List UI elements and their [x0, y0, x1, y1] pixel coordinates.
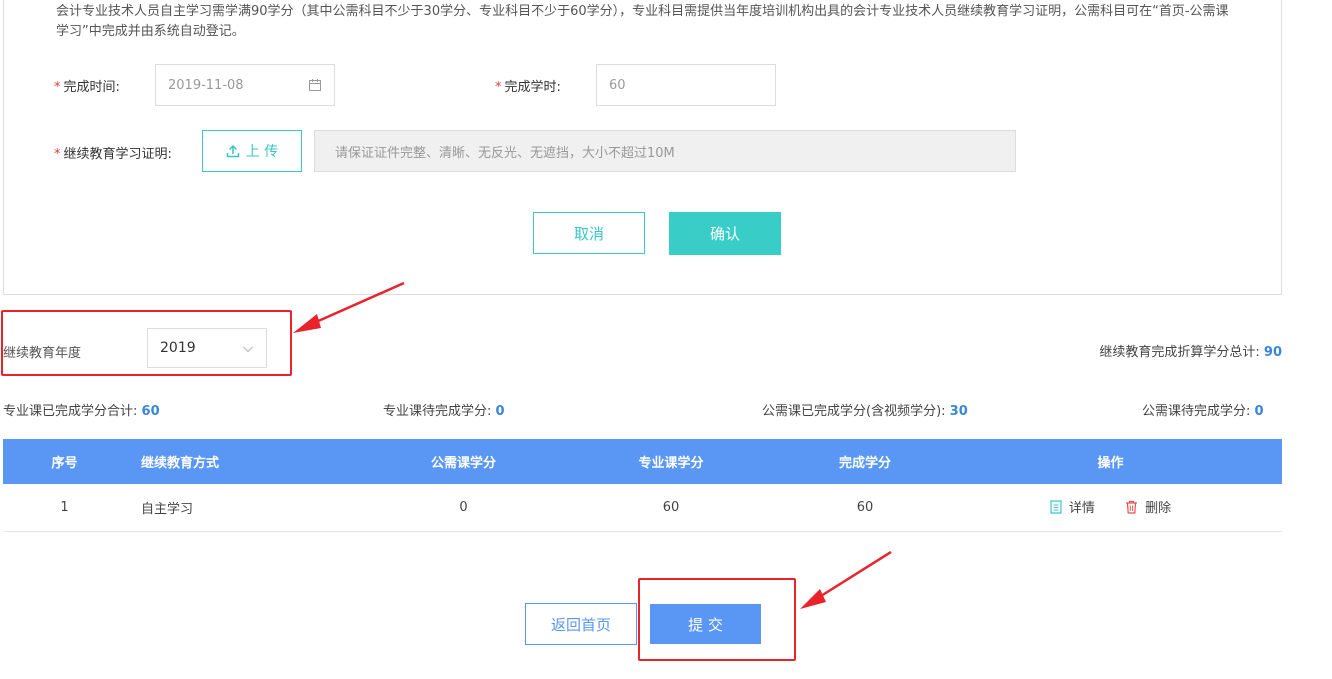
cell-method: 自主学习 [126, 484, 376, 532]
required-mark: * [54, 80, 61, 95]
public-pending-value: 0 [1254, 404, 1264, 419]
public-done-stat: 公需课已完成学分(含视频学分): 30 [762, 400, 968, 419]
header-public: 公需课学分 [376, 439, 551, 484]
public-done-value: 30 [949, 404, 968, 419]
header-method: 继续教育方式 [126, 439, 376, 484]
hours-label-text: 完成学时: [504, 80, 561, 95]
table-row: 1 自主学习 0 60 60 详情 删除 [3, 484, 1282, 532]
cancel-button[interactable]: 取消 [533, 212, 645, 254]
total-credit-label: 继续教育完成折算学分总计: [1099, 345, 1260, 360]
confirm-label: 确认 [709, 225, 740, 243]
detail-label: 详情 [1068, 501, 1095, 517]
form-notice: 会计专业技术人员自主学习需学满90学分（其中公需科目不少于30学分、专业科目不少… [56, 4, 1229, 39]
cancel-label: 取消 [573, 224, 604, 243]
detail-link[interactable]: 详情 [1050, 497, 1095, 516]
back-home-label: 返回首页 [550, 615, 611, 634]
annotation-arrow [293, 281, 405, 333]
cell-actions: 详情 删除 [939, 484, 1282, 532]
cert-label-text: 继续教育学习证明: [63, 147, 172, 162]
prof-pending-value: 0 [495, 404, 505, 419]
header-index: 序号 [3, 439, 126, 484]
back-home-button[interactable]: 返回首页 [525, 603, 637, 645]
prof-done-stat: 专业课已完成学分合计: 60 [3, 400, 160, 419]
date-value: 2019-11-08 [168, 77, 244, 93]
prof-pending-stat: 专业课待完成学分: 0 [383, 400, 505, 419]
cell-public: 0 [376, 484, 551, 532]
total-credit-value: 90 [1263, 345, 1282, 360]
calendar-icon [308, 78, 322, 96]
prof-done-value: 60 [141, 404, 160, 419]
upload-button[interactable]: 上 传 [202, 130, 302, 172]
cell-done: 60 [791, 484, 939, 532]
public-pending-label: 公需课待完成学分: [1142, 404, 1251, 419]
upload-label: 上 传 [245, 144, 279, 160]
hours-value: 60 [609, 77, 626, 93]
year-highlight-box [1, 310, 292, 376]
header-prof: 专业课学分 [551, 439, 791, 484]
date-label-text: 完成时间: [63, 80, 120, 95]
confirm-button[interactable]: 确认 [669, 212, 781, 255]
delete-link[interactable]: 删除 [1125, 497, 1171, 516]
required-mark: * [54, 147, 61, 162]
annotation-arrow [800, 550, 892, 609]
date-label: * 完成时间: [54, 76, 120, 95]
cell-prof: 60 [551, 484, 791, 532]
public-pending-stat: 公需课待完成学分: 0 [1142, 400, 1264, 419]
required-mark: * [495, 80, 502, 95]
cell-index: 1 [3, 484, 126, 532]
table-header-row: 序号 继续教育方式 公需课学分 专业课学分 完成学分 操作 [3, 439, 1282, 484]
total-credit-stat: 继续教育完成折算学分总计: 90 [1099, 341, 1282, 360]
upload-icon [226, 144, 240, 158]
submit-highlight-box [638, 578, 796, 661]
document-icon [1050, 500, 1062, 514]
header-actions: 操作 [939, 439, 1282, 484]
prof-done-label: 专业课已完成学分合计: [3, 404, 138, 419]
public-done-label: 公需课已完成学分(含视频学分): [762, 404, 946, 419]
header-done: 完成学分 [791, 439, 939, 484]
trash-icon [1125, 500, 1138, 514]
hours-label: * 完成学时: [495, 76, 561, 95]
credit-table: 序号 继续教育方式 公需课学分 专业课学分 完成学分 操作 1 自主学习 0 6… [3, 439, 1282, 532]
cert-label: * 继续教育学习证明: [54, 143, 172, 162]
upload-hint: 请保证证件完整、清晰、无反光、无遮挡，大小不超过10M [314, 130, 1016, 172]
hours-input[interactable]: 60 [596, 64, 776, 106]
delete-label: 删除 [1145, 501, 1172, 517]
upload-hint-text: 请保证证件完整、清晰、无反光、无遮挡，大小不超过10M [335, 145, 675, 161]
date-picker[interactable]: 2019-11-08 [155, 64, 335, 106]
prof-pending-label: 专业课待完成学分: [383, 404, 492, 419]
